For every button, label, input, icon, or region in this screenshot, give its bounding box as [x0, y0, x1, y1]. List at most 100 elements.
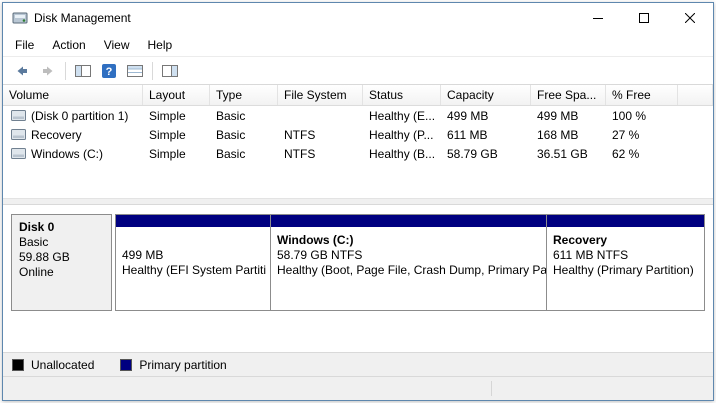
- partition-size: 58.79 GB NTFS: [277, 248, 540, 263]
- minimize-icon: [593, 13, 603, 23]
- disk-info-box[interactable]: Disk 0 Basic 59.88 GB Online: [11, 214, 112, 311]
- volume-file-system: NTFS: [278, 147, 363, 161]
- partition-color-band: [116, 215, 270, 227]
- unallocated-swatch-icon: [12, 359, 24, 371]
- disk-management-icon: [12, 10, 28, 26]
- table-row[interactable]: Windows (C:) Simple Basic NTFS Healthy (…: [3, 144, 713, 163]
- properties-button[interactable]: [122, 59, 148, 83]
- svg-text:?: ?: [106, 66, 113, 78]
- menu-action[interactable]: Action: [43, 33, 94, 56]
- maximize-button[interactable]: [621, 3, 667, 33]
- show-console-tree-button[interactable]: [70, 59, 96, 83]
- volume-status: Healthy (B...: [363, 147, 441, 161]
- volume-file-system: NTFS: [278, 128, 363, 142]
- volume-layout: Simple: [143, 128, 210, 142]
- toolbar-separator: [65, 62, 66, 80]
- volume-capacity: 499 MB: [441, 109, 531, 123]
- menu-file[interactable]: File: [6, 33, 43, 56]
- column-header-type[interactable]: Type: [210, 85, 278, 105]
- forward-button[interactable]: [35, 59, 61, 83]
- volume-pct-free: 62 %: [606, 147, 678, 161]
- disk-management-window: Disk Management File Action View Help: [2, 2, 714, 401]
- show-action-pane-icon: [162, 64, 178, 78]
- menu-bar: File Action View Help: [3, 33, 713, 57]
- partition-size: 499 MB: [122, 248, 264, 263]
- partition-status: Healthy (Boot, Page File, Crash Dump, Pr…: [277, 263, 540, 278]
- close-icon: [685, 13, 695, 23]
- volume-name: Recovery: [31, 128, 82, 142]
- show-action-pane-button[interactable]: [157, 59, 183, 83]
- volume-layout: Simple: [143, 109, 210, 123]
- volume-icon: [11, 148, 26, 159]
- partition-name: Recovery: [553, 233, 698, 248]
- volume-type: Basic: [210, 128, 278, 142]
- volume-table-header: Volume Layout Type File System Status Ca…: [3, 85, 713, 106]
- legend-item-primary-partition: Primary partition: [120, 358, 226, 372]
- forward-icon: [40, 63, 56, 79]
- partition-efi[interactable]: 499 MB Healthy (EFI System Partiti: [115, 214, 271, 311]
- menu-help[interactable]: Help: [139, 33, 182, 56]
- partition-status: Healthy (EFI System Partiti: [122, 263, 264, 278]
- primary-partition-swatch-icon: [120, 359, 132, 371]
- toolbar-separator: [152, 62, 153, 80]
- graphical-view-pane: Disk 0 Basic 59.88 GB Online 499 MB Heal…: [3, 205, 713, 352]
- show-console-tree-icon: [75, 64, 91, 78]
- table-row[interactable]: (Disk 0 partition 1) Simple Basic Health…: [3, 106, 713, 125]
- maximize-icon: [639, 13, 649, 23]
- volume-capacity: 611 MB: [441, 128, 531, 142]
- disk-size: 59.88 GB: [19, 250, 107, 265]
- volume-layout: Simple: [143, 147, 210, 161]
- volume-free-space: 168 MB: [531, 128, 606, 142]
- column-header-free-space[interactable]: Free Spa...: [531, 85, 606, 105]
- window-title: Disk Management: [34, 11, 131, 25]
- properties-icon: [127, 64, 143, 78]
- partition-status: Healthy (Primary Partition): [553, 263, 698, 278]
- volume-name: Windows (C:): [31, 147, 103, 161]
- volume-pct-free: 100 %: [606, 109, 678, 123]
- column-header-file-system[interactable]: File System: [278, 85, 363, 105]
- volume-status: Healthy (P...: [363, 128, 441, 142]
- disk-name: Disk 0: [19, 220, 107, 235]
- volume-list-pane: Volume Layout Type File System Status Ca…: [3, 85, 713, 199]
- volume-icon: [11, 129, 26, 140]
- partition-recovery[interactable]: Recovery 611 MB NTFS Healthy (Primary Pa…: [546, 214, 705, 311]
- legend-label: Unallocated: [31, 358, 94, 372]
- help-button[interactable]: ?: [96, 59, 122, 83]
- volume-type: Basic: [210, 109, 278, 123]
- legend-item-unallocated: Unallocated: [12, 358, 94, 372]
- legend-bar: Unallocated Primary partition: [3, 352, 713, 376]
- back-icon: [14, 63, 30, 79]
- partitions-strip: 499 MB Healthy (EFI System Partiti Windo…: [115, 214, 705, 311]
- help-icon: ?: [101, 63, 117, 79]
- volume-name: (Disk 0 partition 1): [31, 109, 128, 123]
- partition-windows-c[interactable]: Windows (C:) 58.79 GB NTFS Healthy (Boot…: [270, 214, 547, 311]
- volume-pct-free: 27 %: [606, 128, 678, 142]
- column-header-status[interactable]: Status: [363, 85, 441, 105]
- status-bar-divider: [491, 381, 492, 396]
- title-bar[interactable]: Disk Management: [3, 3, 713, 33]
- volume-free-space: 36.51 GB: [531, 147, 606, 161]
- toolbar: ?: [3, 57, 713, 85]
- partition-color-band: [271, 215, 546, 227]
- partition-name: Windows (C:): [277, 233, 540, 248]
- status-bar: [3, 376, 713, 400]
- column-header-pct-free[interactable]: % Free: [606, 85, 678, 105]
- partition-size: 611 MB NTFS: [553, 248, 698, 263]
- column-header-capacity[interactable]: Capacity: [441, 85, 531, 105]
- disk-type: Basic: [19, 235, 107, 250]
- volume-status: Healthy (E...: [363, 109, 441, 123]
- back-button[interactable]: [9, 59, 35, 83]
- partition-name: [122, 233, 264, 248]
- disk-status: Online: [19, 265, 107, 280]
- volume-icon: [11, 110, 26, 121]
- column-header-volume[interactable]: Volume: [3, 85, 143, 105]
- table-row[interactable]: Recovery Simple Basic NTFS Healthy (P...…: [3, 125, 713, 144]
- column-header-filler: [678, 85, 713, 105]
- volume-free-space: 499 MB: [531, 109, 606, 123]
- menu-view[interactable]: View: [95, 33, 139, 56]
- minimize-button[interactable]: [575, 3, 621, 33]
- close-button[interactable]: [667, 3, 713, 33]
- legend-label: Primary partition: [139, 358, 226, 372]
- volume-capacity: 58.79 GB: [441, 147, 531, 161]
- column-header-layout[interactable]: Layout: [143, 85, 210, 105]
